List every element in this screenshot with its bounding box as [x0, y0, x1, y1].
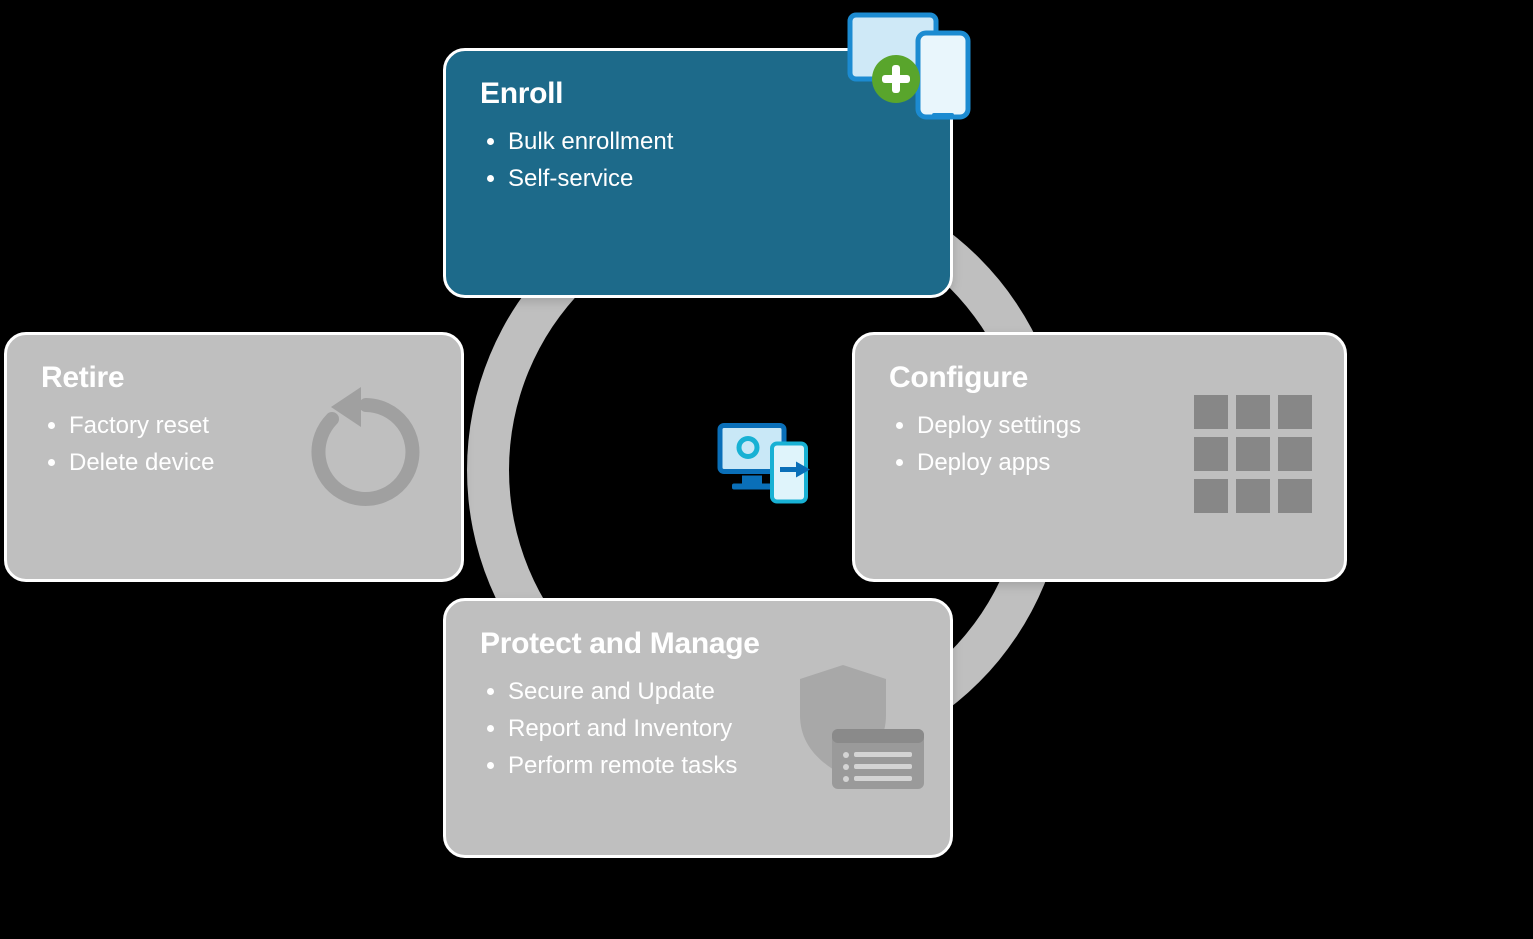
- enroll-items: Bulk enrollment Self-service: [480, 123, 916, 197]
- intune-devices-icon: [712, 417, 822, 522]
- configure-title: Configure: [889, 361, 1310, 395]
- lifecycle-diagram: Enroll Bulk enrollment Self-service Conf…: [0, 0, 1533, 939]
- configure-card: Configure Deploy settings Deploy apps: [852, 332, 1347, 582]
- shield-list-icon: [788, 659, 928, 804]
- restart-icon: [301, 387, 431, 522]
- apps-grid-icon: [1194, 395, 1314, 520]
- enroll-item: Self-service: [508, 160, 916, 197]
- add-devices-icon: [840, 9, 980, 134]
- protect-title: Protect and Manage: [480, 627, 916, 661]
- protect-card: Protect and Manage Secure and Update Rep…: [443, 598, 953, 858]
- retire-card: Retire Factory reset Delete device: [4, 332, 464, 582]
- enroll-card: Enroll Bulk enrollment Self-service: [443, 48, 953, 298]
